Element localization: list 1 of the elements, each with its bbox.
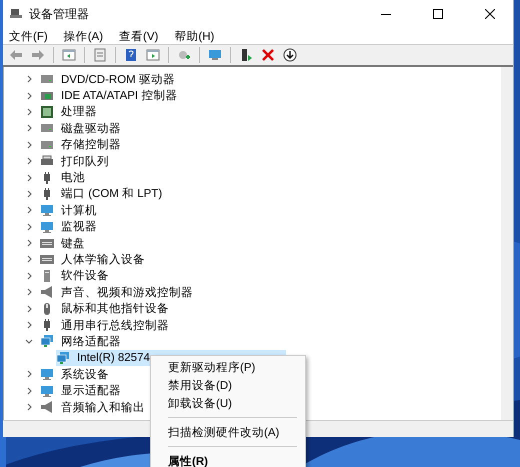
window-title: 设备管理器: [29, 6, 90, 22]
